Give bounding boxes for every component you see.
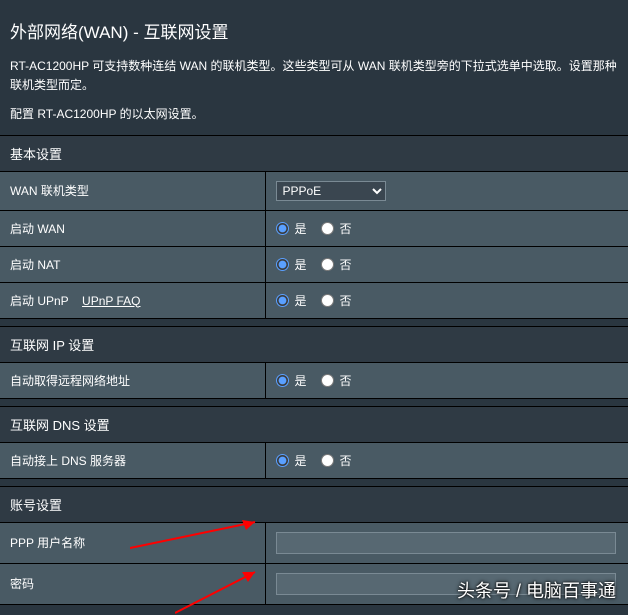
section-dns: 互联网 DNS 设置 xyxy=(0,406,628,442)
page-desc-2: 配置 RT-AC1200HP 的以太网设置。 xyxy=(0,105,628,134)
enable-nat-label: 启动 NAT xyxy=(0,246,265,282)
enable-wan-yes[interactable] xyxy=(276,222,289,235)
enable-upnp-cell: 启动 UPnP UPnP FAQ xyxy=(0,282,265,318)
enable-nat-yes[interactable] xyxy=(276,258,289,271)
enable-upnp-label: 启动 UPnP xyxy=(10,294,69,308)
auto-dns-no[interactable] xyxy=(321,454,334,467)
auto-dns-label: 自动接上 DNS 服务器 xyxy=(0,442,265,478)
enable-upnp-yes[interactable] xyxy=(276,294,289,307)
auto-dns-radio: 是 否 xyxy=(276,452,619,469)
section-ip: 互联网 IP 设置 xyxy=(0,326,628,362)
enable-nat-no[interactable] xyxy=(321,258,334,271)
auto-ip-label: 自动取得远程网络地址 xyxy=(0,362,265,398)
auto-ip-yes[interactable] xyxy=(276,374,289,387)
auto-ip-no[interactable] xyxy=(321,374,334,387)
enable-nat-radio: 是 否 xyxy=(276,256,619,273)
enable-wan-radio: 是 否 xyxy=(276,220,619,237)
enable-wan-no[interactable] xyxy=(321,222,334,235)
wan-type-select[interactable]: PPPoE xyxy=(276,181,386,201)
page-desc-1: RT-AC1200HP 可支持数种连结 WAN 的联机类型。这些类型可从 WAN… xyxy=(0,57,628,105)
section-account: 账号设置 xyxy=(0,486,628,522)
section-basic: 基本设置 xyxy=(0,135,628,171)
password-input[interactable] xyxy=(276,573,616,595)
upnp-faq-link[interactable]: UPnP FAQ xyxy=(82,294,140,308)
enable-upnp-no[interactable] xyxy=(321,294,334,307)
settings-table: 基本设置 WAN 联机类型 PPPoE 启动 WAN 是 否 启动 NAT 是 … xyxy=(0,135,628,605)
wan-type-label: WAN 联机类型 xyxy=(0,171,265,210)
ppp-user-input[interactable] xyxy=(276,532,616,554)
enable-wan-label: 启动 WAN xyxy=(0,210,265,246)
auto-ip-radio: 是 否 xyxy=(276,372,619,389)
auto-dns-yes[interactable] xyxy=(276,454,289,467)
page-title: 外部网络(WAN) - 互联网设置 xyxy=(0,0,628,57)
enable-upnp-radio: 是 否 xyxy=(276,292,619,309)
password-label: 密码 xyxy=(0,563,265,604)
ppp-user-label: PPP 用户名称 xyxy=(0,522,265,563)
